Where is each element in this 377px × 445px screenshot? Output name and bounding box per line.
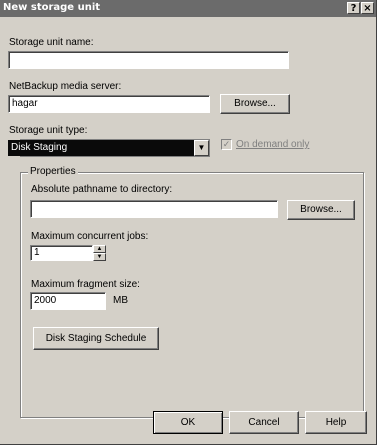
storage-unit-name-label: Storage unit name: bbox=[9, 37, 94, 48]
ok-button[interactable]: OK bbox=[153, 411, 223, 434]
unit-type-selected-value: Disk Staging bbox=[8, 140, 194, 156]
title-bar: New storage unit ? × bbox=[0, 0, 376, 17]
media-server-label: NetBackup media server: bbox=[9, 81, 122, 92]
path-input[interactable] bbox=[30, 200, 278, 218]
on-demand-checkbox[interactable]: ✓ bbox=[221, 139, 232, 150]
stepper-up-icon[interactable]: ▲ bbox=[93, 245, 106, 253]
media-server-browse-button[interactable]: Browse... bbox=[220, 94, 290, 114]
help-button[interactable]: Help bbox=[305, 411, 367, 434]
new-storage-unit-dialog: New storage unit ? × Storage unit name: … bbox=[0, 0, 377, 445]
fragment-size-unit: MB bbox=[113, 295, 128, 306]
path-label: Absolute pathname to directory: bbox=[31, 184, 173, 195]
storage-unit-name-input[interactable] bbox=[8, 51, 289, 69]
path-browse-button[interactable]: Browse... bbox=[287, 200, 355, 220]
dialog-title: New storage unit bbox=[3, 2, 101, 13]
concurrent-jobs-stepper[interactable]: ▲ ▼ bbox=[93, 245, 106, 261]
fragment-size-label: Maximum fragment size: bbox=[31, 279, 140, 290]
properties-group-title: Properties bbox=[28, 166, 78, 177]
media-server-input[interactable]: hagar bbox=[8, 95, 210, 113]
fragment-size-input[interactable]: 2000 bbox=[30, 292, 106, 310]
chevron-down-icon[interactable]: ▼ bbox=[194, 140, 209, 156]
on-demand-label: On demand only bbox=[236, 139, 310, 150]
close-icon[interactable]: × bbox=[361, 2, 374, 14]
cancel-button[interactable]: Cancel bbox=[229, 411, 299, 434]
stepper-down-icon[interactable]: ▼ bbox=[93, 253, 106, 261]
concurrent-jobs-input[interactable]: 1 bbox=[30, 245, 93, 261]
concurrent-jobs-label: Maximum concurrent jobs: bbox=[31, 231, 149, 242]
unit-type-label: Storage unit type: bbox=[9, 125, 88, 136]
help-title-button[interactable]: ? bbox=[347, 2, 360, 14]
disk-staging-schedule-button[interactable]: Disk Staging Schedule bbox=[33, 327, 159, 350]
